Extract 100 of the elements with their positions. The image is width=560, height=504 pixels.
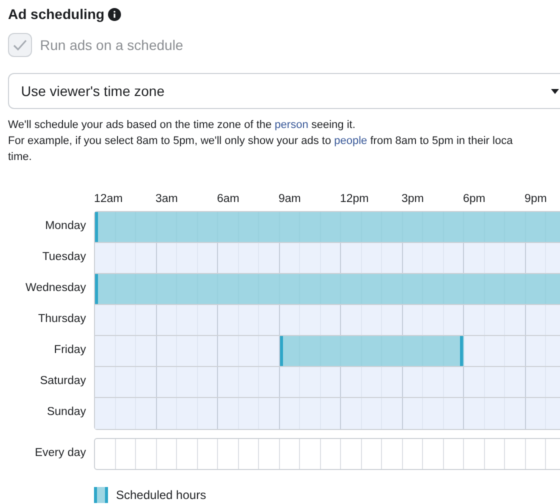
hour-cell[interactable] xyxy=(444,274,464,304)
hour-cell[interactable] xyxy=(382,336,402,366)
hour-cell[interactable] xyxy=(402,398,423,429)
hour-cell[interactable] xyxy=(116,336,136,366)
hour-cell[interactable] xyxy=(464,243,484,273)
hour-cell[interactable] xyxy=(177,212,198,242)
hour-cell[interactable] xyxy=(423,274,444,304)
hour-cell[interactable] xyxy=(218,305,238,335)
hour-cell[interactable] xyxy=(177,398,198,429)
hour-cell[interactable] xyxy=(464,398,484,429)
hour-cell[interactable] xyxy=(382,274,402,304)
hour-cell[interactable] xyxy=(484,336,505,366)
hour-cell[interactable] xyxy=(505,243,526,273)
hour-cell[interactable] xyxy=(402,367,423,397)
hour-cell[interactable] xyxy=(464,305,484,335)
hour-cell[interactable] xyxy=(177,305,198,335)
hour-cell[interactable] xyxy=(238,305,259,335)
hour-cell[interactable] xyxy=(156,274,177,304)
hour-cell[interactable] xyxy=(444,212,464,242)
hour-cell[interactable] xyxy=(362,398,382,429)
hour-cell[interactable] xyxy=(116,305,136,335)
hour-cell[interactable] xyxy=(259,336,280,366)
hour-cell[interactable] xyxy=(464,367,484,397)
hour-cell[interactable] xyxy=(526,243,546,273)
hour-cell[interactable] xyxy=(95,367,116,397)
hour-cell[interactable] xyxy=(116,243,136,273)
hour-cell[interactable] xyxy=(259,305,280,335)
hour-cell[interactable] xyxy=(95,212,116,242)
hour-cell[interactable] xyxy=(177,243,198,273)
hour-cell[interactable] xyxy=(526,398,546,429)
hour-cell[interactable] xyxy=(402,305,423,335)
hour-cell[interactable] xyxy=(341,367,362,397)
hour-cell[interactable] xyxy=(116,274,136,304)
hour-cell[interactable] xyxy=(362,305,382,335)
hour-cell[interactable] xyxy=(280,336,300,366)
hour-cell[interactable] xyxy=(362,336,382,366)
hour-cell[interactable] xyxy=(444,305,464,335)
hour-cell[interactable] xyxy=(423,243,444,273)
hour-cell[interactable] xyxy=(136,243,156,273)
hour-cell[interactable] xyxy=(402,336,423,366)
hour-cell[interactable] xyxy=(259,243,280,273)
hour-cell[interactable] xyxy=(177,274,198,304)
hour-cell[interactable] xyxy=(382,212,402,242)
hour-cell[interactable] xyxy=(156,305,177,335)
hour-cell[interactable] xyxy=(382,398,402,429)
hour-cell[interactable] xyxy=(280,305,300,335)
hour-cell[interactable] xyxy=(198,367,218,397)
hour-cell[interactable] xyxy=(444,336,464,366)
hour-cell[interactable] xyxy=(505,305,526,335)
hour-cell[interactable] xyxy=(136,367,156,397)
hour-cell[interactable] xyxy=(116,367,136,397)
hour-cell[interactable] xyxy=(177,367,198,397)
hour-cell[interactable] xyxy=(300,367,320,397)
hour-cell[interactable] xyxy=(444,243,464,273)
hour-cell[interactable] xyxy=(300,243,320,273)
hour-cell[interactable] xyxy=(259,367,280,397)
hour-cell[interactable] xyxy=(116,212,136,242)
hour-cell[interactable] xyxy=(218,367,238,397)
hour-cell[interactable] xyxy=(156,336,177,366)
hour-cell[interactable] xyxy=(300,212,320,242)
hour-cell[interactable] xyxy=(300,336,320,366)
hour-cell[interactable] xyxy=(526,367,546,397)
hour-cell[interactable] xyxy=(156,212,177,242)
hour-cell[interactable] xyxy=(402,274,423,304)
hour-cell[interactable] xyxy=(484,305,505,335)
hour-cell[interactable] xyxy=(341,274,362,304)
hour-cell[interactable] xyxy=(280,212,300,242)
hour-cell[interactable] xyxy=(484,367,505,397)
hour-cell[interactable] xyxy=(402,243,423,273)
hour-cell[interactable] xyxy=(156,367,177,397)
hour-cell[interactable] xyxy=(526,212,546,242)
hour-cell[interactable] xyxy=(423,336,444,366)
hour-cell[interactable] xyxy=(341,243,362,273)
hour-cell[interactable] xyxy=(259,274,280,304)
hour-cell[interactable] xyxy=(341,305,362,335)
hour-cell[interactable] xyxy=(464,274,484,304)
hour-cell[interactable] xyxy=(300,274,320,304)
hour-cell[interactable] xyxy=(320,367,341,397)
hour-cell[interactable] xyxy=(238,367,259,397)
hour-cell[interactable] xyxy=(198,243,218,273)
hour-cell[interactable] xyxy=(402,212,423,242)
hour-cell[interactable] xyxy=(95,305,116,335)
hour-cell[interactable] xyxy=(238,274,259,304)
hour-cell[interactable] xyxy=(198,212,218,242)
hour-cell[interactable] xyxy=(136,398,156,429)
hour-cell[interactable] xyxy=(259,212,280,242)
hour-cell[interactable] xyxy=(362,212,382,242)
hour-cell[interactable] xyxy=(484,274,505,304)
hour-cell[interactable] xyxy=(218,336,238,366)
hour-cell[interactable] xyxy=(177,336,198,366)
hour-cell[interactable] xyxy=(198,398,218,429)
hour-cell[interactable] xyxy=(382,305,402,335)
hour-cell[interactable] xyxy=(95,398,116,429)
hour-cell[interactable] xyxy=(136,336,156,366)
hour-cell[interactable] xyxy=(484,212,505,242)
hour-cell[interactable] xyxy=(362,367,382,397)
hour-cell[interactable] xyxy=(526,305,546,335)
hour-cell[interactable] xyxy=(198,336,218,366)
hour-cell[interactable] xyxy=(95,274,116,304)
text-link[interactable]: person xyxy=(274,119,308,131)
